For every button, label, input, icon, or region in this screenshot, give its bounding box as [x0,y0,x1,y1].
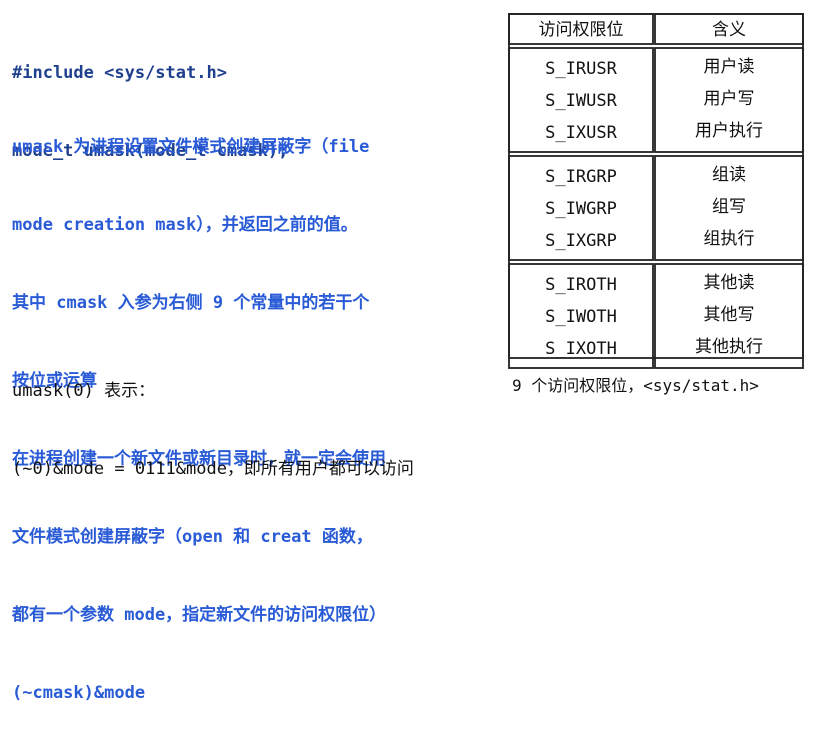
permission-meaning: 其他执行 [695,337,763,357]
permission-meaning: 组读 [712,165,746,185]
permission-constant: S_IWGRP [545,199,617,219]
note-block: umask(0) 表示： (~0)&mode = 0111&mode，即所有用户… [12,326,414,508]
permission-constant: S_IROTH [545,275,617,295]
permission-constant: S_IWOTH [545,307,617,327]
description-line: 文件模式创建屏蔽字（open 和 creat 函数， [12,527,373,547]
table-caption: 9 个访问权限位，<sys/stat.h> [512,376,759,395]
note-line: umask(0) 表示： [12,381,156,401]
description-line: 都有一个参数 mode，指定新文件的访问权限位） [12,605,387,625]
description-line: mode creation mask），并返回之前的值。 [12,215,358,235]
permission-table: 访问权限位 含义 S_IRUSR 用户读 S_IWUSR 用户写 S_IXUSR 用户执行 S_… [508,13,804,369]
note-line: (~0)&mode = 0111&mode，即所有用户都可以访问 [12,459,414,479]
permission-meaning: 用户写 [704,89,755,109]
permission-constant: S_IRGRP [545,167,617,187]
permission-meaning: 组执行 [704,229,755,249]
permission-meaning: 组写 [712,197,746,217]
description-line: umask 为进程设置文件模式创建屏蔽字（file [12,137,370,157]
permission-meaning: 其他写 [704,305,755,325]
table-header-label: 含义 [712,20,746,40]
permission-meaning: 其他读 [704,273,755,293]
permission-constant: S_IXGRP [545,231,617,251]
permission-meaning: 用户执行 [695,121,763,141]
description-line: (~cmask)&mode [12,683,146,703]
permission-table-svg: 访问权限位 含义 S_IRUSR 用户读 S_IWUSR 用户写 S_IXUSR 用户执行 S_… [508,13,804,369]
permission-constant: S_IXUSR [545,123,617,143]
table-header-label: 访问权限位 [539,20,624,40]
description-line: 其中 cmask 入参为右侧 9 个常量中的若干个 [12,293,370,313]
permission-constant: S_IWUSR [545,91,617,111]
permission-meaning: 用户读 [704,57,755,77]
permission-constant: S_IRUSR [545,59,617,79]
permission-constant: S_IXOTH [545,339,617,359]
